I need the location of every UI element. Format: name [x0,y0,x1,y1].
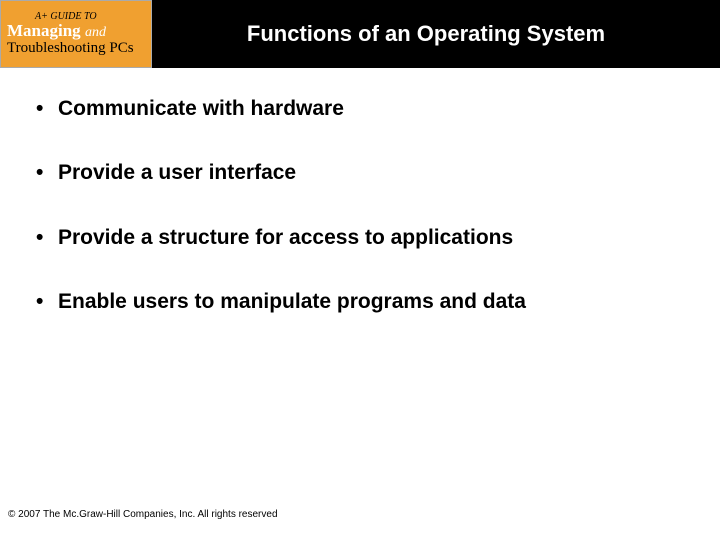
bullet-list: Communicate with hardware Provide a user… [36,96,684,315]
logo-line2a: Managing [7,21,81,40]
slide-title: Functions of an Operating System [152,21,720,47]
bullet-item: Communicate with hardware [36,96,684,122]
copyright-footer: © 2007 The Mc.Graw-Hill Companies, Inc. … [8,509,278,520]
logo-line2: Managing and [7,22,151,41]
bullet-item: Provide a user interface [36,160,684,186]
logo-line3: Troubleshooting PCs [7,41,151,57]
header-bar: A+ GUIDE TO Managing and Troubleshooting… [0,0,720,68]
bullet-item: Provide a structure for access to applic… [36,225,684,251]
logo-line2b: and [85,25,106,40]
content-area: Communicate with hardware Provide a user… [0,68,720,315]
bullet-item: Enable users to manipulate programs and … [36,289,684,315]
book-logo: A+ GUIDE TO Managing and Troubleshooting… [0,0,152,68]
